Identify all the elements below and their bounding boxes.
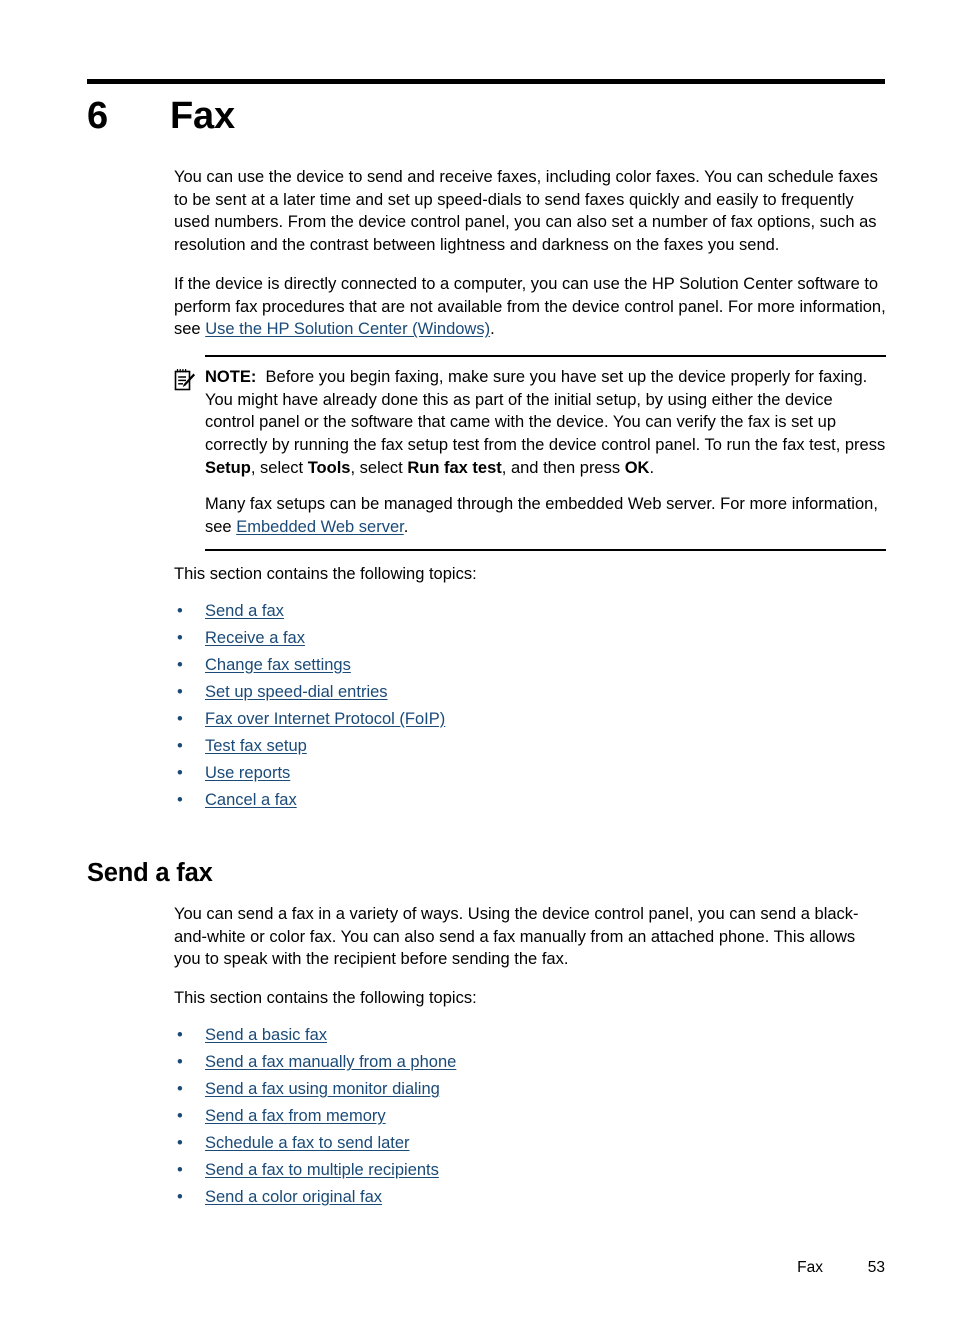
note-bold-ok: OK (624, 458, 650, 477)
page-footer: Fax 53 (87, 1258, 885, 1278)
link-set-up-speed-dial-entries[interactable]: Set up speed-dial entries (205, 683, 388, 701)
bullet-icon: • (177, 1025, 183, 1044)
list-item: • Send a fax from memory (174, 1105, 886, 1127)
list-item: • Cancel a fax (174, 789, 886, 811)
note-callout: NOTE: Before you begin faxing, make sure… (174, 354, 886, 551)
bullet-icon: • (177, 655, 183, 674)
section-topics-list: • Send a basic fax • Send a fax manually f… (174, 1024, 886, 1208)
link-receive-a-fax[interactable]: Receive a fax (205, 629, 305, 647)
list-item: • Change fax settings (174, 654, 886, 676)
bullet-icon: • (177, 1133, 183, 1152)
link-cancel-a-fax[interactable]: Cancel a fax (205, 791, 297, 809)
note-bottom-rule (205, 548, 886, 551)
list-item: • Set up speed-dial entries (174, 681, 886, 703)
list-item: • Send a fax using monitor dialing (174, 1078, 886, 1100)
section-topics-intro: This section contains the following topi… (174, 989, 477, 1008)
list-item: • Send a basic fax (174, 1024, 886, 1046)
note-bold-run-fax-test: Run fax test (407, 458, 502, 477)
note-label: NOTE: (205, 367, 257, 386)
list-item: • Send a fax (174, 600, 886, 622)
bullet-icon: • (177, 601, 183, 620)
list-item: • Receive a fax (174, 627, 886, 649)
note-paragraph-1: NOTE: Before you begin faxing, make sure… (205, 366, 886, 480)
document-page: 6 Fax You can use the device to send and… (0, 0, 954, 1321)
bullet-icon: • (177, 1079, 183, 1098)
link-send-a-fax-manually-from-a-phone[interactable]: Send a fax manually from a phone (205, 1053, 456, 1071)
link-send-a-fax[interactable]: Send a fax (205, 602, 284, 620)
link-send-a-basic-fax[interactable]: Send a basic fax (205, 1026, 327, 1044)
chapter-heading: 6 Fax (87, 92, 887, 140)
footer-section-label: Fax (797, 1259, 823, 1276)
note-text-part-1: Before you begin faxing, make sure you h… (205, 367, 886, 455)
note-bold-setup: Setup (205, 458, 251, 477)
list-item: • Schedule a fax to send later (174, 1132, 886, 1154)
note-text-part-5: . (649, 458, 655, 477)
footer-page-number: 53 (867, 1259, 885, 1276)
intro-paragraph-2-text-after: . (490, 320, 495, 339)
bullet-icon: • (177, 1187, 183, 1206)
note-paragraph-2-text-after: . (403, 518, 409, 537)
link-send-a-fax-to-multiple-recipients[interactable]: Send a fax to multiple recipients (205, 1161, 439, 1179)
link-send-a-fax-from-memory[interactable]: Send a fax from memory (205, 1107, 386, 1125)
note-paragraph-2: Many fax setups can be managed through t… (205, 493, 886, 538)
bullet-icon: • (177, 709, 183, 728)
bullet-icon: • (177, 682, 183, 701)
note-text-part-4: , and then press (501, 458, 625, 477)
note-pencil-icon (174, 368, 196, 392)
bullet-icon: • (177, 1052, 183, 1071)
bullet-icon: • (177, 790, 183, 809)
bullet-icon: • (177, 763, 183, 782)
chapter-intro-content: You can use the device to send and recei… (174, 166, 886, 816)
list-item: • Send a fax manually from a phone (174, 1051, 886, 1073)
bullet-icon: • (177, 1106, 183, 1125)
link-schedule-a-fax-to-send-later[interactable]: Schedule a fax to send later (205, 1134, 410, 1152)
link-send-a-color-original-fax[interactable]: Send a color original fax (205, 1188, 382, 1206)
list-item: • Send a fax to multiple recipients (174, 1159, 886, 1181)
section-content-send-a-fax: You can send a fax in a variety of ways.… (174, 903, 886, 1213)
link-send-a-fax-using-monitor-dialing[interactable]: Send a fax using monitor dialing (205, 1080, 440, 1098)
bullet-icon: • (177, 1160, 183, 1179)
link-embedded-web-server[interactable]: Embedded Web server (236, 518, 404, 536)
intro-paragraph-2: If the device is directly connected to a… (174, 273, 886, 341)
bullet-icon: • (177, 736, 183, 755)
list-item: • Test fax setup (174, 735, 886, 757)
list-item: • Use reports (174, 762, 886, 784)
list-item: • Fax over Internet Protocol (FoIP) (174, 708, 886, 730)
note-text-part-2: , select (250, 458, 308, 477)
note-text-part-3: , select (350, 458, 408, 477)
section-paragraph-1: You can send a fax in a variety of ways.… (174, 905, 859, 969)
chapter-topics-intro: This section contains the following topi… (174, 564, 477, 583)
link-fax-over-internet-protocol[interactable]: Fax over Internet Protocol (FoIP) (205, 710, 445, 728)
chapter-topics-list: • Send a fax • Receive a fax • Change fax s… (174, 600, 886, 811)
section-heading-send-a-fax: Send a fax (87, 859, 213, 887)
note-bold-tools: Tools (307, 458, 351, 477)
chapter-title: Fax (170, 95, 235, 137)
intro-paragraph-1: You can use the device to send and recei… (174, 168, 878, 255)
link-change-fax-settings[interactable]: Change fax settings (205, 656, 351, 674)
note-body: NOTE: Before you begin faxing, make sure… (205, 366, 886, 539)
link-use-hp-solution-center[interactable]: Use the HP Solution Center (Windows) (205, 320, 490, 338)
list-item: • Send a color original fax (174, 1186, 886, 1208)
chapter-number: 6 (87, 95, 108, 137)
link-test-fax-setup[interactable]: Test fax setup (205, 737, 307, 755)
chapter-top-rule (87, 79, 885, 84)
link-use-reports[interactable]: Use reports (205, 764, 290, 782)
bullet-icon: • (177, 628, 183, 647)
